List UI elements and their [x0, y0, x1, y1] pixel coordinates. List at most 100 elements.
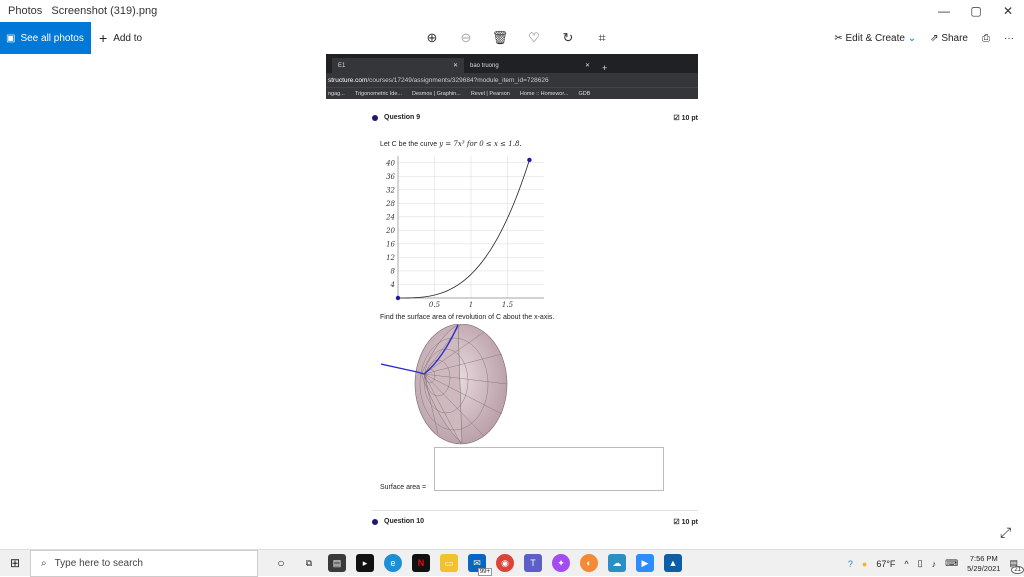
- netflix-icon[interactable]: N: [412, 554, 430, 572]
- y-tick-label: 32: [386, 186, 395, 194]
- taskbar-apps: ○ ⧉ ▤ ▸ e N ▭ ✉ 99+ ◉ T ✦ ◐ ☁ ▶ ▲: [272, 554, 682, 576]
- bookmark-item[interactable]: Desmos | Graphin...: [412, 91, 461, 97]
- edit-icon: ☑: [673, 115, 680, 122]
- x-tick-label: 1: [469, 301, 473, 309]
- bookmark-item[interactable]: ngag...: [328, 91, 345, 97]
- bookmark-item[interactable]: GDB: [578, 91, 590, 97]
- browser-tab[interactable]: bao truong ✕: [464, 58, 596, 73]
- question-dot-icon: [372, 114, 378, 121]
- browser-tab[interactable]: E1 ✕: [332, 58, 464, 73]
- x-tick-label: 0.5: [429, 301, 441, 309]
- teams-icon[interactable]: T: [524, 554, 542, 572]
- y-tick-label: 24: [385, 213, 395, 221]
- chrome-icon[interactable]: ◉: [496, 554, 514, 572]
- keyboard-icon[interactable]: ⌨: [945, 558, 958, 569]
- mail-badge: 99+: [477, 568, 492, 576]
- photos-toolbar: ▣ See all photos + Add to ⊕ ⊖ 🗑 ♡ ↻ ⌗ ✂ …: [0, 22, 1024, 54]
- photos-icon: ▣: [6, 32, 16, 44]
- zoom-app-icon[interactable]: ▶: [636, 554, 654, 572]
- file-explorer-icon[interactable]: ▭: [440, 554, 458, 572]
- terminal-icon[interactable]: ▸: [356, 554, 374, 572]
- question-points: ☑ 10 pt: [673, 519, 698, 526]
- question-dot-icon: [372, 518, 378, 525]
- find-instruction: Find the surface area of revolution of C…: [380, 314, 555, 321]
- weather-icon: ●: [861, 558, 868, 569]
- question-title: Question 10: [384, 518, 425, 525]
- bookmark-item[interactable]: Home :: Homewor...: [520, 91, 569, 97]
- delete-icon[interactable]: 🗑: [490, 30, 510, 46]
- tab-label: E1: [338, 62, 346, 69]
- tab-close-icon[interactable]: ✕: [453, 62, 458, 69]
- messenger-icon[interactable]: ✦: [552, 554, 570, 572]
- chevron-up-icon[interactable]: ^: [904, 559, 908, 569]
- see-all-photos-button[interactable]: ▣ See all photos: [0, 22, 91, 54]
- question-10-header: Question 10 ☑ 10 pt: [372, 518, 698, 526]
- maximize-button[interactable]: ▢: [960, 0, 992, 22]
- curve-endpoint: [527, 157, 532, 163]
- tab-close-icon[interactable]: ✕: [585, 62, 590, 69]
- task-view-icon[interactable]: ⧉: [300, 554, 318, 572]
- add-to-button[interactable]: + Add to: [99, 30, 142, 46]
- y-tick-label: 28: [385, 200, 395, 208]
- volume-icon[interactable]: ♪: [932, 559, 937, 569]
- edit-create-button[interactable]: ✂ Edit & Create ⌄: [834, 33, 916, 44]
- share-button[interactable]: ⇗ Share: [930, 33, 968, 44]
- cortana-icon[interactable]: ○: [272, 554, 290, 572]
- minimize-button[interactable]: —: [928, 0, 960, 22]
- y-tick-label: 40: [385, 159, 395, 167]
- favorite-heart-icon[interactable]: ♡: [524, 30, 544, 46]
- help-icon[interactable]: ?: [848, 559, 853, 569]
- clock[interactable]: 7:56 PM 5/29/2021: [967, 554, 1000, 574]
- address-bar[interactable]: structure.com/courses/17249/assignments/…: [326, 73, 698, 87]
- y-tick-label: 12: [386, 254, 395, 262]
- y-tick-label: 36: [386, 173, 395, 181]
- window-controls: — ▢ ✕: [928, 0, 1024, 22]
- network-icon[interactable]: ▯: [918, 558, 923, 569]
- edit-icon: ☑: [673, 519, 680, 526]
- mail-icon[interactable]: ✉ 99+: [468, 554, 492, 576]
- edit-icon: ✂: [834, 32, 843, 44]
- photo-canvas: E1 ✕ bao truong ✕ + structure.com/course…: [326, 54, 698, 526]
- surface-area-input[interactable]: [434, 447, 664, 491]
- curve-endpoint: [395, 295, 401, 301]
- curve-line: [398, 159, 530, 299]
- temperature[interactable]: 67°F: [876, 559, 895, 569]
- notifications-icon[interactable]: ▤ 21: [1009, 558, 1024, 574]
- windows-start-icon[interactable]: ⊞: [0, 556, 30, 570]
- curve-graph: 4 8 12 16 20 24 28 32 36 40 0.5 1 1.5: [385, 156, 544, 309]
- x-tick-label: 1.5: [502, 301, 514, 309]
- close-button[interactable]: ✕: [992, 0, 1024, 22]
- y-tick-label: 20: [385, 227, 395, 235]
- surface-of-revolution-image: [380, 324, 508, 445]
- bookmark-item[interactable]: Revel | Pearson: [471, 91, 510, 97]
- y-tick-label: 8: [391, 267, 396, 275]
- firefox-icon[interactable]: ◐: [580, 554, 598, 572]
- browser-tab-strip: E1 ✕ bao truong ✕ +: [326, 54, 698, 73]
- weather-app-icon[interactable]: ☁: [608, 554, 626, 572]
- bookmarks-bar: ngag... Trigonometric Ide... Desmos | Gr…: [326, 87, 698, 99]
- crop-icon[interactable]: ⌗: [592, 30, 612, 46]
- image-tools: ⊕ ⊖ 🗑 ♡ ↻ ⌗: [422, 22, 612, 54]
- new-tab-button[interactable]: +: [596, 63, 613, 73]
- window-title: Photos Screenshot (319).png: [8, 5, 158, 17]
- bookmark-item[interactable]: Trigonometric Ide...: [355, 91, 402, 97]
- photos-app-icon[interactable]: ▲: [664, 554, 682, 572]
- expand-icon[interactable]: ⤢: [1000, 524, 1011, 541]
- question-9-header: Question 9 ☑ 10 pt: [372, 114, 698, 122]
- zoom-in-icon[interactable]: ⊕: [422, 30, 442, 46]
- system-tray: ? ● 67°F ^ ▯ ♪ ⌨ 7:56 PM 5/29/2021 ▤ 21: [848, 550, 1024, 577]
- taskbar-search-input[interactable]: ⌕ Type here to search: [30, 549, 258, 577]
- question-points: ☑ 10 pt: [673, 115, 698, 122]
- title-bar: Photos Screenshot (319).png — ▢ ✕: [0, 0, 1024, 22]
- print-icon[interactable]: ⎙: [982, 33, 990, 44]
- chevron-down-icon: ⌄: [907, 32, 917, 44]
- tab-label: bao truong: [470, 62, 499, 69]
- rotate-icon[interactable]: ↻: [558, 30, 578, 46]
- edge-icon[interactable]: e: [384, 554, 402, 572]
- store-icon[interactable]: ▤: [328, 554, 346, 572]
- y-tick-label: 4: [390, 281, 395, 289]
- y-tick-label: 16: [386, 240, 395, 248]
- question-title: Question 9: [384, 114, 421, 121]
- more-icon[interactable]: ···: [1004, 33, 1014, 44]
- zoom-out-icon[interactable]: ⊖: [456, 30, 476, 46]
